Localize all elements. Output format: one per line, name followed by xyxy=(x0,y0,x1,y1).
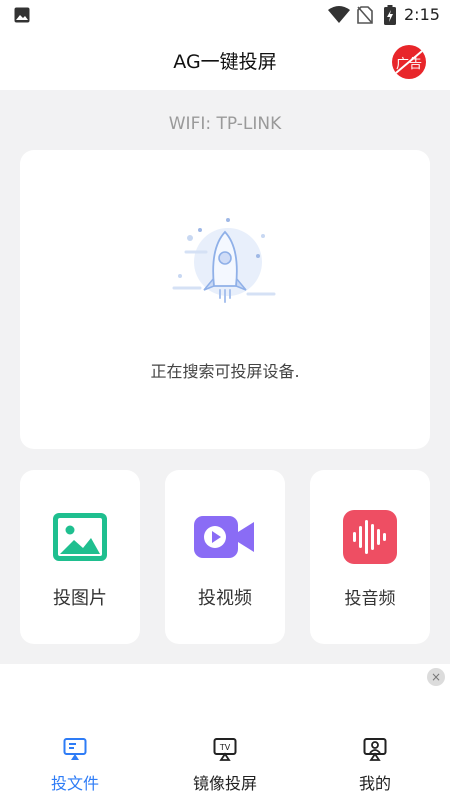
nav-item-profile[interactable]: 我的 xyxy=(300,734,450,800)
gallery-icon xyxy=(14,7,30,23)
wifi-label: WIFI: TP-LINK xyxy=(168,114,282,134)
status-bar: 2:15 xyxy=(0,0,450,30)
battery-charging-icon xyxy=(384,5,396,25)
nav-item-files[interactable]: 投文件 xyxy=(0,734,150,800)
rocket-icon xyxy=(172,218,276,303)
nav-label-mirror: 镜像投屏 xyxy=(192,774,257,793)
nav-item-mirror[interactable]: TV 镜像投屏 xyxy=(150,734,300,800)
sim-off-icon xyxy=(357,6,373,24)
cast-image-label: 投图片 xyxy=(53,588,107,609)
page-title: AG一键投屏 xyxy=(173,51,277,73)
main-area: WIFI: TP-LINK 正在搜索可投屏设备. 投图片 投视频 投音频 xyxy=(0,90,450,664)
app-header: AG一键投屏 广告 xyxy=(0,30,450,90)
svg-text:TV: TV xyxy=(219,743,231,752)
cast-video-label: 投视频 xyxy=(198,588,252,609)
nav-label-files: 投文件 xyxy=(50,774,99,793)
nav-label-profile: 我的 xyxy=(358,774,391,793)
ad-close-button[interactable]: × xyxy=(427,668,445,686)
wifi-icon xyxy=(328,6,350,23)
audio-icon xyxy=(343,510,397,564)
cast-video-card[interactable]: 投视频 xyxy=(165,470,285,644)
cast-audio-label: 投音频 xyxy=(344,589,396,609)
image-icon xyxy=(53,513,107,561)
cast-audio-card[interactable]: 投音频 xyxy=(310,470,430,644)
video-icon xyxy=(194,516,254,558)
search-status-text: 正在搜索可投屏设备. xyxy=(150,362,300,381)
ad-badge[interactable]: 广告 xyxy=(392,45,426,79)
status-time: 2:15 xyxy=(404,5,440,24)
bottom-nav: 投文件 TV 镜像投屏 我的 xyxy=(0,734,450,800)
profile-icon xyxy=(363,738,387,761)
tv-icon: TV xyxy=(213,738,237,761)
device-search-card: 正在搜索可投屏设备. xyxy=(20,150,430,449)
file-cast-icon xyxy=(63,738,87,760)
cast-image-card[interactable]: 投图片 xyxy=(20,470,140,644)
